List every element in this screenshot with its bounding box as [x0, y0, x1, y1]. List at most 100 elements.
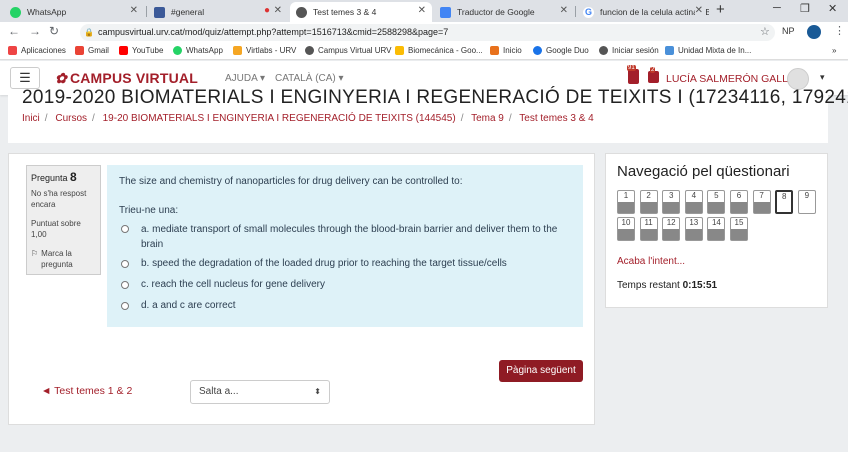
- question-nav-button[interactable]: 5: [707, 190, 726, 214]
- breadcrumb-quiz[interactable]: Test temes 3 & 4: [519, 113, 593, 124]
- google-icon: G: [583, 6, 594, 18]
- bookmarks-more[interactable]: »: [832, 46, 836, 55]
- reload-icon[interactable]: ↻: [49, 24, 59, 38]
- bookmark-whatsapp[interactable]: WhatsApp: [173, 46, 223, 55]
- course-header: 2019-2020 BIOMATERIALS I ENGINYERIA I RE…: [8, 87, 848, 143]
- answer-option-c[interactable]: c. reach the cell nucleus for gene deliv…: [121, 278, 325, 292]
- question-nav-button[interactable]: 15: [730, 217, 748, 241]
- whatsapp-icon: [173, 46, 182, 55]
- answer-option-a[interactable]: a. mediate transport of small molecules …: [121, 222, 561, 252]
- question-nav-button[interactable]: 7: [752, 190, 771, 214]
- hamburger-menu-icon[interactable]: ☰: [10, 67, 40, 89]
- question-number: Pregunta 8: [31, 170, 77, 184]
- bookmarks-bar: Aplicaciones Gmail YouTube WhatsApp Virt…: [0, 43, 848, 60]
- close-tab-icon[interactable]: ✕: [694, 5, 703, 16]
- question-nav-button[interactable]: 11: [639, 217, 658, 241]
- back-icon[interactable]: ←: [8, 24, 20, 38]
- question-nav-button[interactable]: 13: [684, 217, 703, 241]
- address-bar[interactable]: 🔒 campusvirtual.urv.cat/mod/quiz/attempt…: [80, 24, 775, 41]
- window-close-icon[interactable]: ✕: [828, 2, 837, 15]
- browser-tab-general[interactable]: #general ● ✕: [148, 2, 288, 22]
- quiz-main-card: Pregunta 8 No s'ha respost encara Puntua…: [8, 153, 595, 425]
- browser-tab-translate[interactable]: Traductor de Google ✕: [434, 2, 574, 22]
- bookmark-login[interactable]: Iniciar sesión: [599, 46, 659, 55]
- bookmark-youtube[interactable]: YouTube: [119, 46, 163, 55]
- profile-initials[interactable]: NP: [782, 26, 795, 36]
- jump-to-select[interactable]: Salta a... ⬍: [190, 380, 330, 404]
- close-tab-icon[interactable]: ✕: [130, 5, 138, 16]
- close-tab-icon[interactable]: ✕: [560, 5, 568, 16]
- question-nav-button[interactable]: 8: [775, 190, 794, 214]
- forward-icon[interactable]: →: [29, 24, 41, 38]
- whatsapp-icon: [10, 6, 21, 18]
- kebab-menu-icon[interactable]: ⋮: [834, 24, 845, 37]
- quiz-nav-title: Navegació pel qüestionari: [617, 163, 790, 180]
- browser-tab-active[interactable]: Test temes 3 & 4 ✕: [290, 2, 432, 22]
- drive-icon: [395, 46, 404, 55]
- gmail-icon: [75, 46, 84, 55]
- bookmark-inicio[interactable]: Inicio: [490, 46, 522, 55]
- finish-attempt-link[interactable]: Acaba l'intent...: [617, 256, 685, 267]
- answered-indicator: [663, 202, 680, 213]
- account-avatar-icon[interactable]: [807, 25, 821, 39]
- help-menu[interactable]: AJUDA ▾: [225, 73, 265, 84]
- question-nav-button[interactable]: 3: [662, 190, 681, 214]
- answered-indicator: [708, 229, 725, 240]
- answer-option-b[interactable]: b. speed the degradation of the loaded d…: [121, 257, 507, 271]
- browser-tab-search[interactable]: G funcion de la celula actina - Bú ✕: [577, 2, 709, 22]
- caret-down-icon: ▾: [338, 73, 344, 84]
- site-logo[interactable]: ✿ CAMPUS VIRTUAL: [55, 70, 198, 87]
- restore-icon[interactable]: ❐: [800, 2, 810, 15]
- question-info-panel: Pregunta 8 No s'ha respost encara Puntua…: [26, 165, 101, 275]
- bookmark-campus[interactable]: Campus Virtual URV: [305, 46, 392, 55]
- browser-tab-whatsapp[interactable]: WhatsApp ✕: [4, 2, 144, 22]
- breadcrumb-courses[interactable]: Cursos: [55, 113, 87, 124]
- question-nav-button[interactable]: 6: [730, 190, 748, 214]
- bookmark-gmail[interactable]: Gmail: [75, 46, 109, 55]
- previous-activity-link[interactable]: ◄ Test temes 1 & 2: [41, 385, 132, 397]
- virtlabs-icon: [233, 46, 242, 55]
- new-tab-icon[interactable]: +: [716, 1, 725, 18]
- language-menu[interactable]: CATALÀ (CA) ▾: [275, 73, 344, 84]
- answered-indicator: [640, 229, 657, 240]
- bookmark-duo[interactable]: Google Duo: [533, 46, 589, 55]
- minimize-icon[interactable]: ─: [773, 2, 781, 14]
- answered-indicator: [663, 229, 680, 240]
- answered-indicator: [731, 229, 747, 240]
- bookmark-unidad[interactable]: Unidad Mixta de In...: [665, 46, 751, 55]
- time-remaining: Temps restant 0:15:51: [617, 280, 718, 291]
- close-tab-icon[interactable]: ✕: [418, 5, 426, 16]
- next-page-button[interactable]: Pàgina següent: [499, 360, 583, 382]
- question-nav-button[interactable]: 9: [797, 190, 816, 214]
- breadcrumb-topic[interactable]: Tema 9: [471, 113, 504, 124]
- star-icon[interactable]: ☆: [760, 25, 770, 38]
- bookmark-apps[interactable]: Aplicaciones: [8, 46, 66, 55]
- question-nav-button[interactable]: 2: [639, 190, 658, 214]
- answered-indicator: [753, 202, 770, 213]
- question-nav-button[interactable]: 14: [707, 217, 726, 241]
- answer-option-d[interactable]: d. a and c are correct: [121, 299, 236, 313]
- bookmark-virtlabs[interactable]: Virtlabs - URV: [233, 46, 296, 55]
- question-nav-button[interactable]: 4: [684, 190, 703, 214]
- close-tab-icon[interactable]: ✕: [274, 5, 282, 16]
- radio-button[interactable]: [121, 225, 129, 233]
- notification-count: 91: [627, 65, 636, 71]
- bookmark-biomecanica[interactable]: Biomecánica - Goo...: [395, 46, 483, 55]
- question-nav-button[interactable]: 1: [617, 190, 635, 214]
- user-name[interactable]: LUCÍA SALMERÓN GALLAR: [666, 73, 803, 85]
- question-content: The size and chemistry of nanoparticles …: [107, 165, 583, 327]
- notifications-icon[interactable]: 91: [627, 65, 639, 84]
- slack-icon: [154, 6, 165, 18]
- caret-down-icon: ▾: [260, 73, 266, 84]
- radio-button[interactable]: [121, 302, 129, 310]
- select-arrows-icon: ⬍: [314, 387, 321, 396]
- breadcrumb-course[interactable]: 19-20 BIOMATERIALS I ENGINYERIA I REGENE…: [103, 113, 456, 124]
- breadcrumb-home[interactable]: Inici: [22, 113, 40, 124]
- question-nav-button[interactable]: 12: [662, 217, 681, 241]
- radio-button[interactable]: [121, 260, 129, 268]
- radio-button[interactable]: [121, 281, 129, 289]
- user-menu-caret-icon[interactable]: ▾: [820, 72, 825, 83]
- flag-question-link[interactable]: ⚐ Marca la pregunta: [31, 248, 96, 270]
- question-nav-button[interactable]: 10: [617, 217, 635, 241]
- messages-icon[interactable]: 2: [648, 67, 659, 83]
